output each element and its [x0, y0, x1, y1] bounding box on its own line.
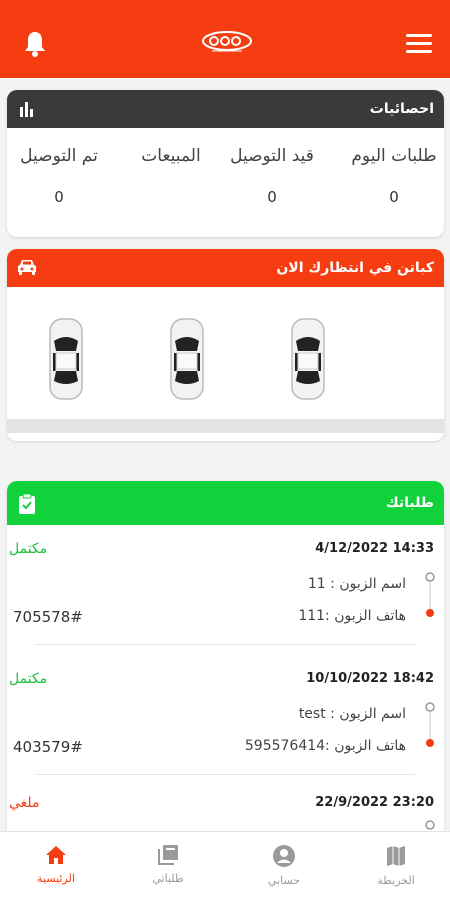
captains-scrollbar[interactable] — [7, 419, 444, 433]
car-icon — [169, 317, 205, 401]
order-customer-phone: هاتف الزبون :111 — [298, 608, 406, 624]
stat-sales: المبيعات — [131, 146, 211, 188]
bottom-navigation: الرئيسية طلباتي حسابي الخريطة — [0, 831, 450, 900]
order-datetime: 10/10/2022 18:42 — [306, 671, 434, 686]
order-number: 403579# — [13, 738, 83, 756]
order-datetime: 4/12/2022 14:33 — [315, 541, 434, 556]
orders-header: طلباتك — [7, 481, 444, 525]
orders-card: طلباتك 4/12/2022 14:33 مكتمل اسم الزبون … — [7, 481, 444, 841]
order-customer-name: اسم الزبون : test — [298, 706, 406, 722]
order-customer-name: اسم الزبون : 11 — [307, 576, 406, 592]
stat-value: 0 — [267, 188, 277, 206]
hamburger-menu-icon[interactable] — [406, 34, 432, 54]
car-icon — [290, 317, 326, 401]
stat-today-orders: طلبات اليوم 0 — [344, 146, 444, 206]
order-status: ملغي — [9, 795, 40, 811]
brand-logo — [200, 30, 254, 54]
nav-map[interactable]: الخريطة — [356, 844, 436, 887]
car-icon — [17, 258, 37, 278]
nav-label: الخريطة — [377, 874, 415, 887]
stat-delivered: تم التوصيل 0 — [7, 146, 111, 206]
orders-title: طلباتك — [385, 495, 434, 511]
nav-account[interactable]: حسابي — [244, 844, 324, 887]
nav-label: طلباتي — [152, 872, 184, 885]
stat-value: 0 — [389, 188, 399, 206]
stats-header: احصائيات — [7, 90, 444, 128]
nav-my-orders[interactable]: طلباتي — [128, 844, 208, 885]
stats-row: طلبات اليوم 0 قيد التوصيل 0 المبيعات تم … — [7, 146, 444, 206]
map-icon — [387, 846, 405, 866]
divider — [35, 774, 415, 775]
orders-library-icon — [158, 845, 178, 865]
waiting-captains-card: كباتن في انتظارك الان — [7, 249, 444, 441]
order-number: 705578# — [13, 608, 83, 626]
order-item[interactable]: 4/12/2022 14:33 مكتمل اسم الزبون : 11 ها… — [7, 531, 444, 661]
order-timeline — [424, 701, 436, 761]
order-status: مكتمل — [9, 671, 48, 687]
order-item[interactable]: 10/10/2022 18:42 مكتمل اسم الزبون : test… — [7, 661, 444, 791]
bar-chart-icon — [17, 99, 37, 119]
stats-title: احصائيات — [369, 101, 434, 117]
car-icon — [48, 317, 84, 401]
clipboard-check-icon — [17, 493, 37, 514]
home-icon — [46, 846, 66, 864]
nav-home[interactable]: الرئيسية — [16, 844, 96, 885]
divider — [35, 644, 415, 645]
top-app-bar — [0, 0, 450, 78]
order-timeline — [424, 571, 436, 631]
stat-value: 0 — [54, 188, 64, 206]
stat-label: قيد التوصيل — [230, 146, 314, 166]
order-customer-phone: هاتف الزبون :595576414 — [244, 738, 406, 754]
stat-label: المبيعات — [141, 146, 201, 166]
order-status: مكتمل — [9, 541, 48, 557]
order-datetime: 22/9/2022 23:20 — [315, 795, 434, 810]
nav-label: حسابي — [267, 874, 301, 887]
stats-card: احصائيات طلبات اليوم 0 قيد التوصيل 0 الم… — [7, 90, 444, 237]
bell-icon[interactable] — [22, 30, 48, 58]
nav-label: الرئيسية — [37, 872, 75, 885]
stat-label: طلبات اليوم — [351, 146, 437, 166]
captains-title: كباتن في انتظارك الان — [276, 260, 434, 276]
stat-label: تم التوصيل — [20, 146, 98, 166]
captains-header: كباتن في انتظارك الان — [7, 249, 444, 287]
stat-in-delivery: قيد التوصيل 0 — [212, 146, 332, 206]
account-icon — [273, 845, 295, 867]
